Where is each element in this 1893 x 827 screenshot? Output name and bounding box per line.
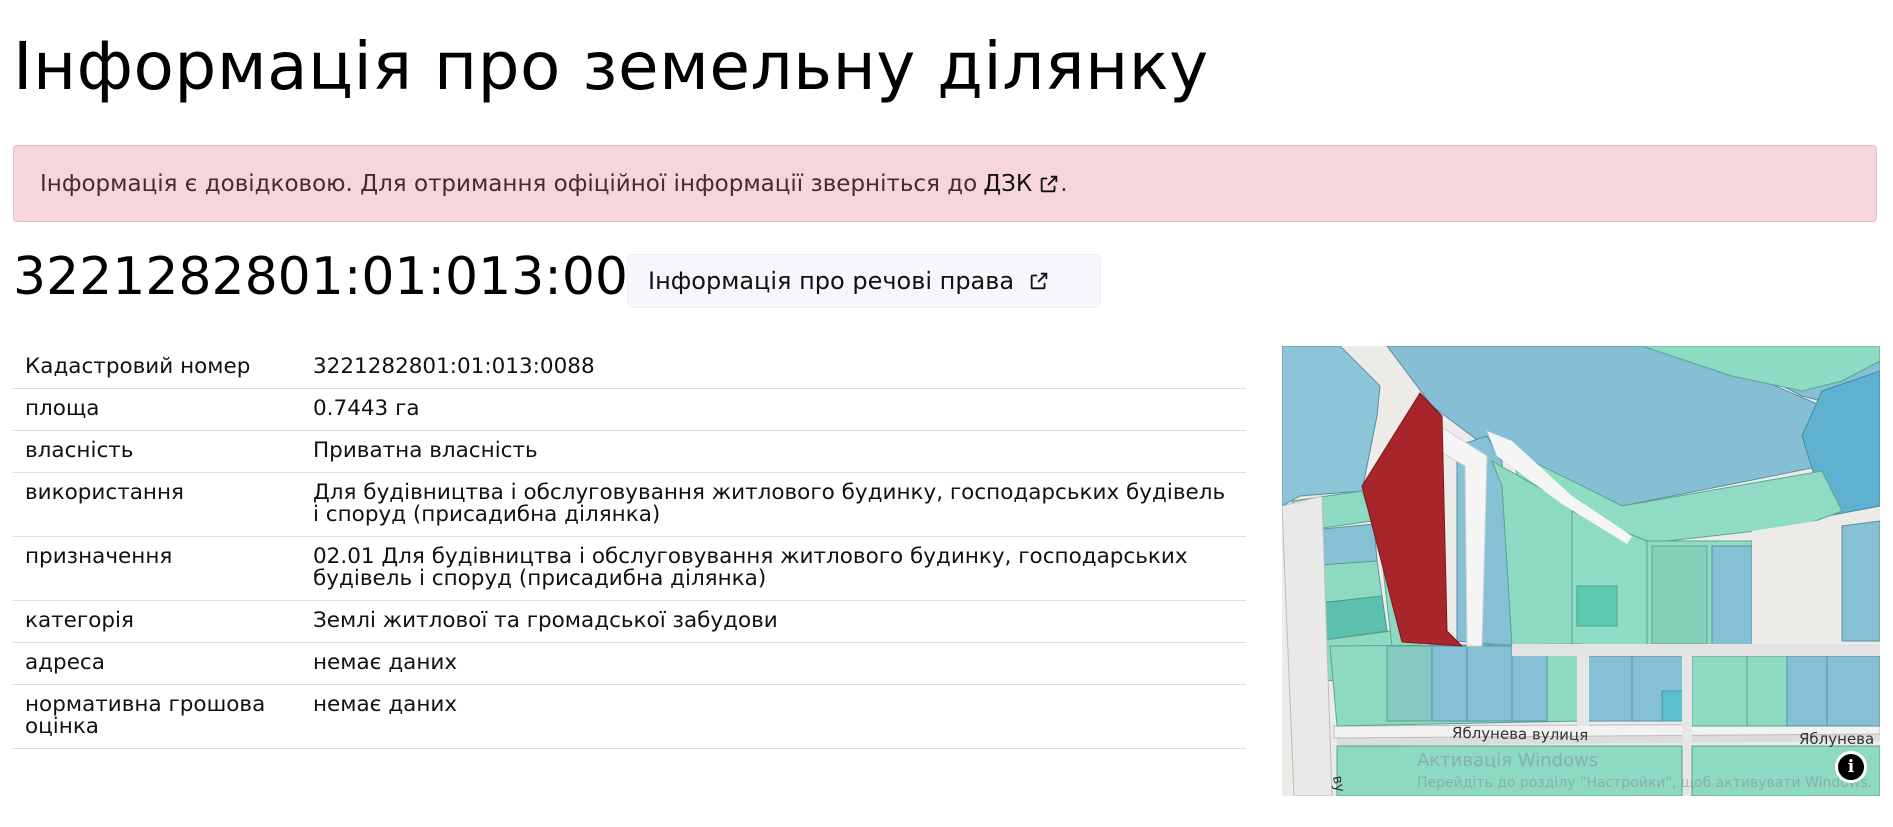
row-key: використання [13,472,301,537]
row-key: категорія [13,600,301,643]
table-row: призначення 02.01 Для будівництва і обсл… [13,536,1246,601]
table-row: площа 0.7443 га [13,388,1246,431]
property-rights-button[interactable]: Інформація про речові права [627,254,1101,308]
row-key: нормативна грошова оцінка [13,684,301,749]
table-row: власність Приватна власність [13,430,1246,473]
table-row: адреса немає даних [13,642,1246,685]
page-title: Інформація про земельну ділянку [13,28,1209,105]
external-link-icon [1041,175,1058,192]
parcel-info-table: Кадастровий номер 3221282801:01:013:0088… [13,347,1246,749]
street-label: Яблунева вулиця [1451,723,1589,745]
row-key: Кадастровий номер [13,347,301,389]
row-value: Для будівництва і обслуговування житлово… [301,472,1246,537]
row-value: Приватна власність [301,430,1246,473]
row-key: власність [13,430,301,473]
parcel-map[interactable]: Яблунева вулиця Яблунева ву Активація Wi… [1282,346,1880,796]
alert-suffix: . [1060,170,1068,197]
row-value: немає даних [301,684,1246,749]
row-value: немає даних [301,642,1246,685]
row-value: 3221282801:01:013:0088 [301,347,1246,389]
reference-info-alert: Інформація є довідковою. Для отримання о… [13,145,1877,222]
street-label: Яблунева [1799,730,1875,748]
table-row: категорія Землі житлової та громадської … [13,600,1246,643]
row-value: Землі житлової та громадської забудови [301,600,1246,643]
row-value: 02.01 Для будівництва і обслуговування ж… [301,536,1246,601]
row-value: 0.7443 га [301,388,1246,431]
property-rights-button-label: Інформація про речові права [648,267,1015,295]
alert-text: Інформація є довідковою. Для отримання о… [40,170,978,197]
cadastral-number-heading: 3221282801:01:013:0088 [13,247,695,307]
street-label: ву [1328,774,1348,794]
row-key: призначення [13,536,301,601]
dzk-link-label: ДЗК [983,170,1033,197]
row-key: адреса [13,642,301,685]
map-attribution-info-button[interactable]: i [1835,751,1867,783]
table-row: використання Для будівництва і обслугову… [13,472,1246,537]
table-row: нормативна грошова оцінка немає даних [13,684,1246,749]
dzk-link[interactable]: ДЗК [983,171,1060,197]
info-icon: i [1847,757,1855,777]
table-row: Кадастровий номер 3221282801:01:013:0088 [13,347,1246,389]
row-key: площа [13,388,301,431]
external-link-icon [1030,272,1048,290]
